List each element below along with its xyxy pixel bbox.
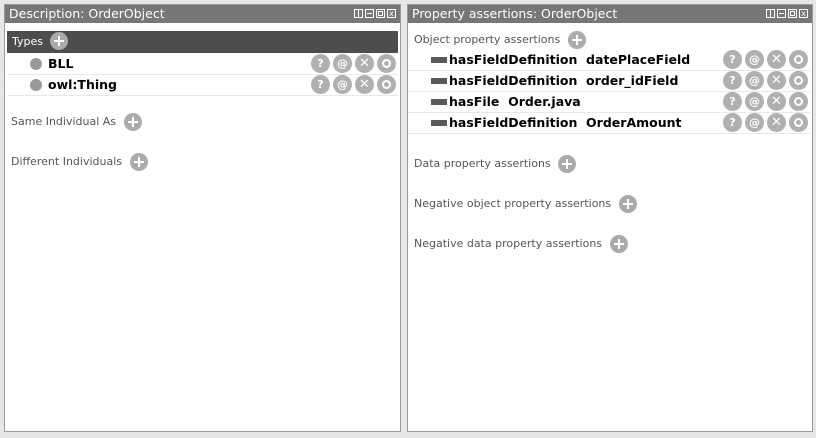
object-property-assertions-label: Object property assertions	[414, 33, 561, 46]
description-panel-titlebar: Description: OrderObject x	[5, 5, 400, 23]
class-circle-icon	[30, 58, 42, 70]
type-label: owl:Thing	[48, 77, 117, 92]
property-assertions-panel: Property assertions: OrderObject x Objec…	[407, 4, 813, 432]
delete-button[interactable]: ✕	[767, 92, 786, 111]
type-row[interactable]: owl:Thing ? @ ✕	[7, 75, 398, 96]
minimize-icon[interactable]	[777, 9, 786, 18]
object-property-row[interactable]: hasFieldDefinition OrderAmount ? @ ✕	[408, 113, 810, 134]
panel-title: Property assertions: OrderObject	[412, 6, 618, 21]
window-controls: x	[354, 9, 396, 18]
explain-button[interactable]: ?	[723, 92, 742, 111]
split-panel-icon[interactable]	[354, 9, 363, 18]
add-data-property-button[interactable]	[558, 155, 577, 173]
different-individuals-label: Different Individuals	[11, 155, 123, 168]
data-property-assertions-label: Data property assertions	[414, 157, 551, 170]
object-property-bar-icon	[431, 57, 447, 63]
edit-button[interactable]	[377, 75, 396, 94]
types-section-header: Types	[7, 31, 398, 53]
negative-object-property-assertions-section: Negative object property assertions	[414, 195, 637, 213]
explain-button[interactable]: ?	[723, 113, 742, 132]
negative-data-property-assertions-section: Negative data property assertions	[414, 235, 628, 253]
delete-button[interactable]: ✕	[767, 50, 786, 69]
object-property-bar-icon	[431, 120, 447, 126]
same-individual-section: Same Individual As	[11, 113, 142, 131]
edit-button[interactable]	[789, 113, 808, 132]
edit-button[interactable]	[789, 92, 808, 111]
types-label: Types	[12, 35, 43, 48]
delete-button[interactable]: ✕	[767, 113, 786, 132]
annotate-button[interactable]: @	[745, 71, 764, 90]
object-property-assertions-section: Object property assertions	[414, 31, 586, 49]
row-actions: ? @ ✕	[723, 113, 808, 132]
object-property-row[interactable]: hasFieldDefinition order_idField ? @ ✕	[408, 71, 810, 92]
row-actions: ? @ ✕	[723, 50, 808, 69]
object-property-bar-icon	[431, 78, 447, 84]
explain-button[interactable]: ?	[311, 54, 330, 73]
object-property-label: hasFieldDefinition order_idField	[449, 73, 679, 88]
close-icon[interactable]: x	[799, 9, 808, 18]
close-icon[interactable]: x	[387, 9, 396, 18]
row-actions: ? @ ✕	[723, 92, 808, 111]
add-type-button[interactable]	[49, 32, 68, 50]
object-property-row[interactable]: hasFieldDefinition datePlaceField ? @ ✕	[408, 50, 810, 71]
same-individual-label: Same Individual As	[11, 115, 117, 128]
different-individuals-section: Different Individuals	[11, 153, 148, 171]
data-property-assertions-section: Data property assertions	[414, 155, 577, 173]
delete-button[interactable]: ✕	[767, 71, 786, 90]
object-property-label: hasFieldDefinition OrderAmount	[449, 115, 682, 130]
minimize-icon[interactable]	[365, 9, 374, 18]
explain-button[interactable]: ?	[723, 71, 742, 90]
delete-button[interactable]: ✕	[355, 75, 374, 94]
negative-object-property-assertions-label: Negative object property assertions	[414, 197, 612, 210]
row-actions: ? @ ✕	[723, 71, 808, 90]
maximize-icon[interactable]	[376, 9, 385, 18]
add-negative-data-property-button[interactable]	[609, 235, 628, 253]
edit-button[interactable]	[377, 54, 396, 73]
explain-button[interactable]: ?	[723, 50, 742, 69]
row-actions: ? @ ✕	[311, 54, 396, 73]
add-different-individual-button[interactable]	[129, 153, 148, 171]
negative-data-property-assertions-label: Negative data property assertions	[414, 237, 603, 250]
annotate-button[interactable]: @	[333, 75, 352, 94]
window-controls: x	[766, 9, 808, 18]
delete-button[interactable]: ✕	[355, 54, 374, 73]
annotate-button[interactable]: @	[745, 92, 764, 111]
class-circle-icon	[30, 79, 42, 91]
type-label: BLL	[48, 56, 74, 71]
add-object-property-button[interactable]	[567, 31, 586, 49]
object-property-label: hasFile Order.java	[449, 94, 581, 109]
annotate-button[interactable]: @	[333, 54, 352, 73]
explain-button[interactable]: ?	[311, 75, 330, 94]
object-property-label: hasFieldDefinition datePlaceField	[449, 52, 691, 67]
split-panel-icon[interactable]	[766, 9, 775, 18]
description-panel: Description: OrderObject x Types BLL ? @…	[4, 4, 401, 432]
type-row[interactable]: BLL ? @ ✕	[7, 54, 398, 75]
annotate-button[interactable]: @	[745, 50, 764, 69]
object-property-row[interactable]: hasFile Order.java ? @ ✕	[408, 92, 810, 113]
edit-button[interactable]	[789, 50, 808, 69]
object-property-bar-icon	[431, 99, 447, 105]
property-assertions-titlebar: Property assertions: OrderObject x	[408, 5, 812, 23]
edit-button[interactable]	[789, 71, 808, 90]
add-same-individual-button[interactable]	[123, 113, 142, 131]
panel-title: Description: OrderObject	[9, 6, 165, 21]
maximize-icon[interactable]	[788, 9, 797, 18]
add-negative-object-property-button[interactable]	[618, 195, 637, 213]
annotate-button[interactable]: @	[745, 113, 764, 132]
row-actions: ? @ ✕	[311, 75, 396, 94]
